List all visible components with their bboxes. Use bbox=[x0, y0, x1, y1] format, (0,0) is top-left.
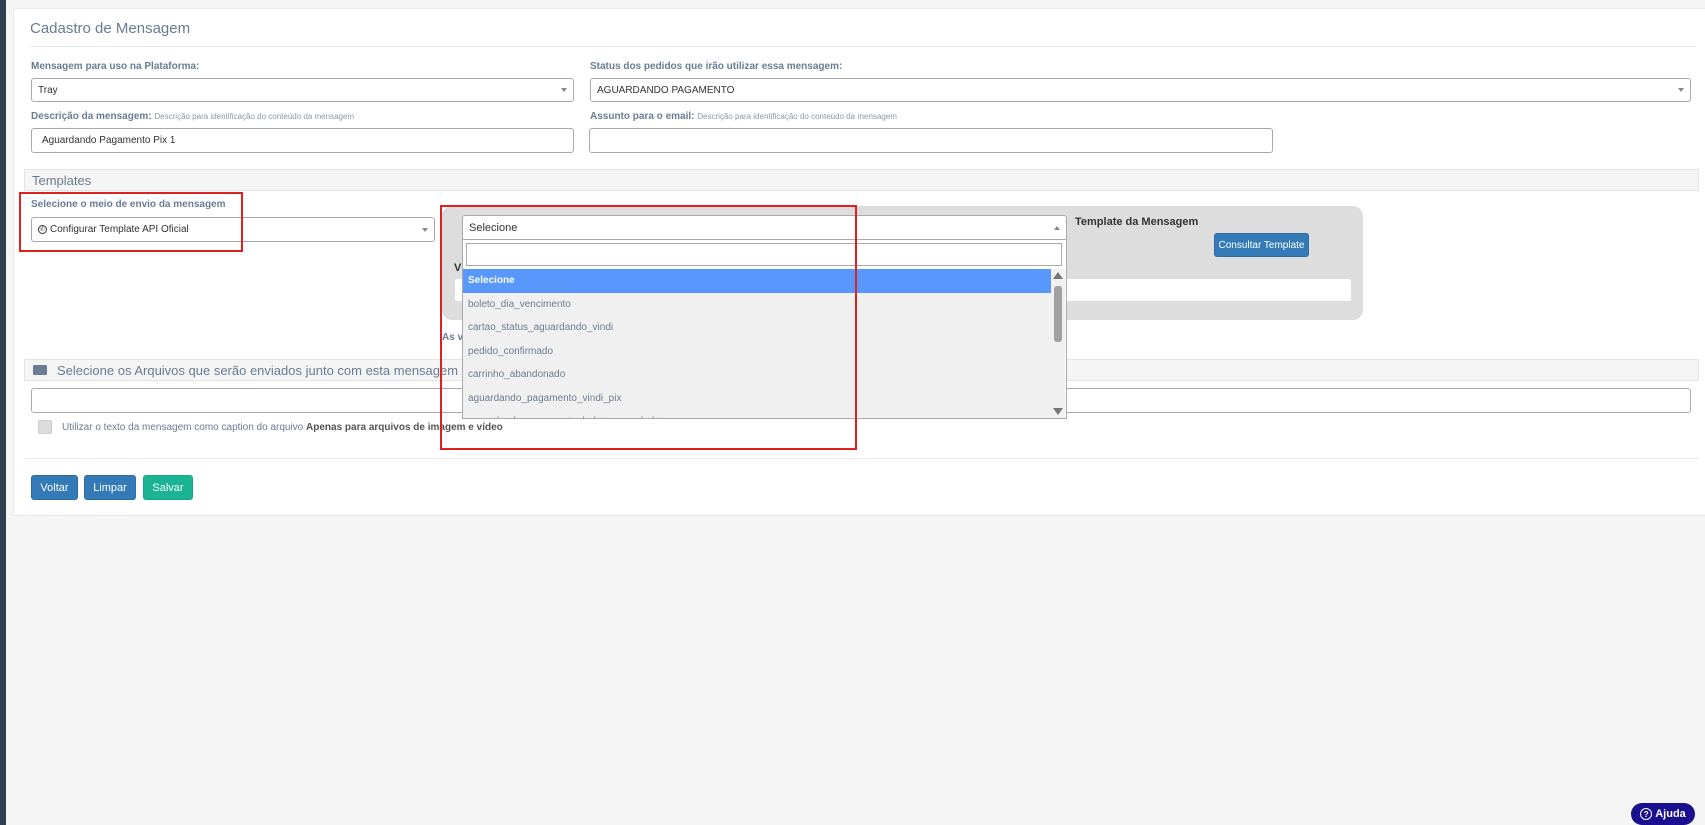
caption-option-label: Utilizar o texto da mensagem como captio… bbox=[62, 422, 503, 433]
chevron-down-icon bbox=[561, 88, 567, 92]
dropdown-options: Selecione boleto_dia_vencimento cartao_s… bbox=[463, 269, 1051, 418]
templates-section-header: Templates bbox=[24, 169, 1699, 191]
status-value: AGUARDANDO PAGAMENTO bbox=[597, 84, 735, 96]
help-label: Ajuda bbox=[1655, 808, 1686, 820]
dropdown-option[interactable]: aguardando_pagamento_boleto_para_boleto bbox=[463, 410, 1051, 418]
caption-text: Utilizar o texto da mensagem como captio… bbox=[62, 422, 304, 433]
clear-button[interactable]: Limpar bbox=[84, 475, 136, 500]
back-button[interactable]: Voltar bbox=[31, 475, 78, 500]
question-icon: ? bbox=[1640, 808, 1653, 820]
template-select[interactable]: Selecione bbox=[462, 215, 1067, 240]
template-select-value: Selecione bbox=[469, 221, 518, 234]
caption-bold-text: Apenas para arquivos de imagem e vídeo bbox=[306, 422, 503, 433]
dropdown-option[interactable]: pedido_confirmado bbox=[463, 340, 1051, 364]
platform-label: Mensagem para uso na Plataforma: bbox=[31, 61, 200, 72]
templates-section-title: Templates bbox=[32, 173, 92, 188]
subject-label-text: Assunto para o email: bbox=[590, 111, 695, 122]
variables-partial-text: As v bbox=[442, 332, 464, 343]
chevron-down-icon bbox=[1678, 88, 1684, 92]
page-title: Cadastro de Mensagem bbox=[30, 20, 191, 37]
dropdown-option[interactable]: aguardando_pagamento_vindi_pix bbox=[463, 387, 1051, 411]
send-method-select[interactable]: ✆ Configurar Template API Oficial bbox=[31, 217, 435, 242]
description-label: Descrição da mensagem: Descrição para id… bbox=[31, 111, 354, 122]
sidebar-edge bbox=[0, 0, 6, 825]
chevron-down-icon bbox=[422, 227, 428, 232]
dropdown-option[interactable]: carrinho_abandonado bbox=[463, 363, 1051, 387]
template-dropdown: Selecione boleto_dia_vencimento cartao_s… bbox=[462, 240, 1067, 419]
files-section-title: Selecione os Arquivos que serão enviados… bbox=[57, 362, 459, 378]
folder-open-icon bbox=[33, 365, 47, 375]
send-method-value: Configurar Template API Oficial bbox=[50, 224, 189, 235]
footer-divider bbox=[24, 458, 1699, 459]
subject-input[interactable] bbox=[589, 128, 1273, 153]
description-input[interactable]: Aguardando Pagamento Pix 1 bbox=[31, 128, 574, 153]
whatsapp-icon: ✆ bbox=[38, 225, 47, 234]
description-value: Aguardando Pagamento Pix 1 bbox=[42, 135, 176, 146]
caption-checkbox[interactable] bbox=[38, 420, 52, 434]
dropdown-option[interactable]: Selecione bbox=[463, 269, 1051, 293]
status-label: Status dos pedidos que irão utilizar ess… bbox=[590, 61, 843, 72]
consult-template-button[interactable]: Consultar Template bbox=[1214, 233, 1309, 257]
save-button[interactable]: Salvar bbox=[143, 475, 193, 500]
scrollbar-thumb[interactable] bbox=[1054, 286, 1062, 342]
description-hint: Descrição para identificação do conteúdo… bbox=[154, 112, 355, 121]
template-message-title: Template da Mensagem bbox=[1075, 216, 1199, 228]
status-select[interactable]: AGUARDANDO PAGAMENTO bbox=[590, 78, 1691, 102]
platform-select[interactable]: Tray bbox=[31, 78, 574, 102]
chevron-up-icon bbox=[1054, 225, 1060, 230]
help-button[interactable]: ? Ajuda bbox=[1631, 803, 1695, 825]
description-label-text: Descrição da mensagem: bbox=[31, 111, 152, 122]
scroll-up-arrow-icon[interactable] bbox=[1053, 272, 1063, 279]
dropdown-option[interactable]: boleto_dia_vencimento bbox=[463, 293, 1051, 317]
dropdown-scrollbar[interactable] bbox=[1051, 269, 1065, 418]
subject-label: Assunto para o email: Descrição para ide… bbox=[590, 111, 897, 122]
scroll-down-arrow-icon[interactable] bbox=[1053, 408, 1063, 415]
dropdown-option[interactable]: cartao_status_aguardando_vindi bbox=[463, 316, 1051, 340]
send-method-label: Selecione o meio de envio da mensagem bbox=[31, 199, 226, 210]
dropdown-search-input[interactable] bbox=[466, 243, 1062, 266]
platform-value: Tray bbox=[38, 84, 58, 96]
title-divider bbox=[30, 46, 1696, 47]
template-card-partial-label: V bbox=[454, 262, 462, 274]
subject-hint: Descrição para identificação do conteúdo… bbox=[697, 112, 897, 121]
